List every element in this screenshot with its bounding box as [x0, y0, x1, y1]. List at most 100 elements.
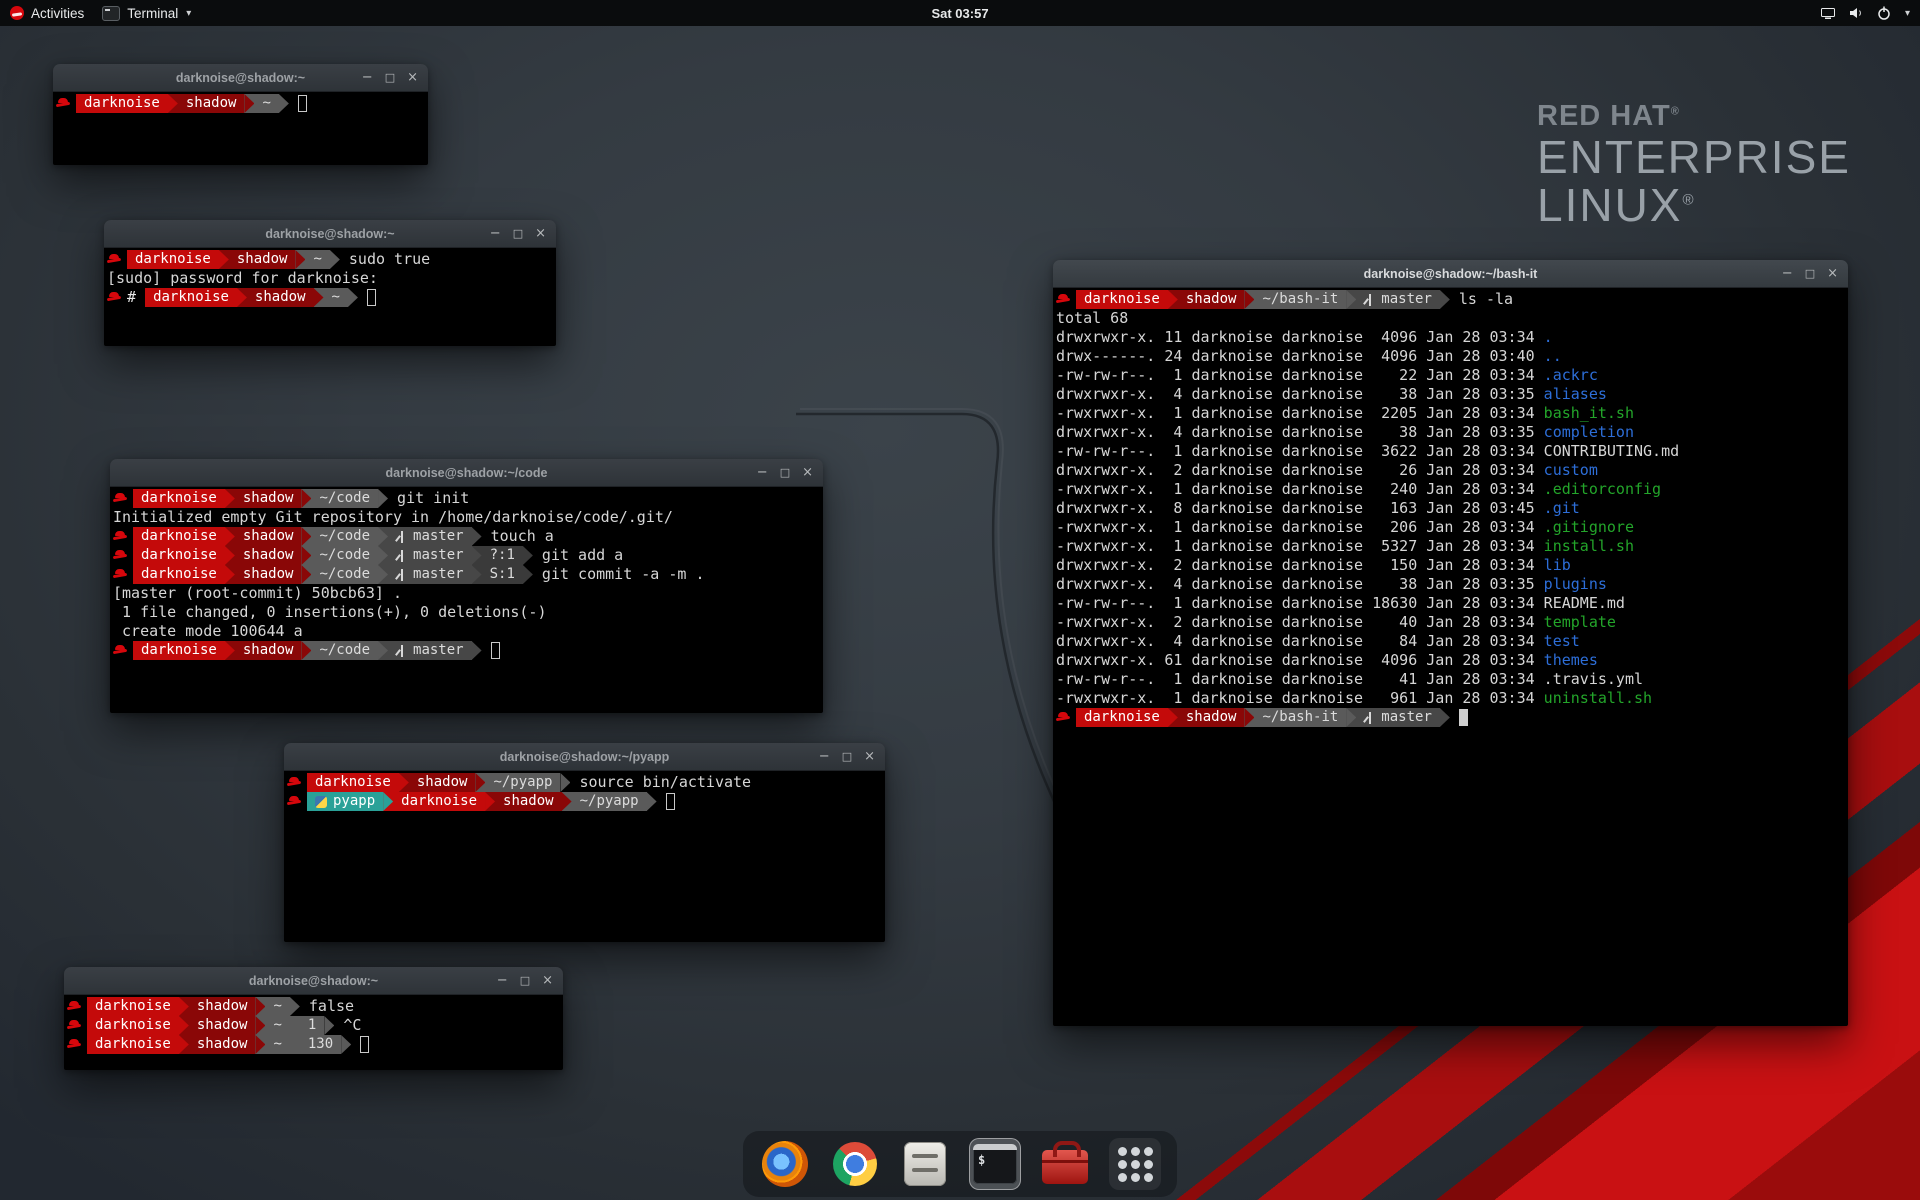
titlebar[interactable]: darknoise@shadow:~ −□× [53, 64, 428, 92]
redhat-prompt-icon [113, 489, 129, 508]
terminal-output-line: Initialized empty Git repository in /hom… [113, 508, 820, 527]
terminal-cursor [298, 95, 307, 112]
powerline-separator [324, 1016, 334, 1035]
prompt-segment-user: darknoise [307, 773, 399, 792]
prompt-segment-git: master [388, 527, 472, 546]
terminal-output-line: 1 file changed, 0 insertions(+), 0 delet… [113, 603, 820, 622]
powerline-separator [301, 641, 311, 660]
terminal-window[interactable]: darknoise@shadow:~/pyapp −□× darknoisesh… [284, 743, 885, 942]
window-title: darknoise@shadow:~/code [386, 466, 548, 480]
terminal-body[interactable]: darknoiseshadow~/pyapp source bin/activa… [284, 771, 885, 942]
terminal-output-line: -rwxrwxr-x. 1 darknoise darknoise 5327 J… [1056, 537, 1845, 556]
firefox-icon [762, 1141, 808, 1187]
terminal-output-line: [sudo] password for darknoise: [107, 269, 553, 288]
terminal-prompt-line: # darknoiseshadow~ [107, 288, 553, 307]
minimize-button[interactable]: − [497, 974, 508, 987]
maximize-button[interactable]: □ [1805, 268, 1815, 279]
terminal-output-line: -rwxrwxr-x. 1 darknoise darknoise 240 Ja… [1056, 480, 1845, 499]
app-menu-terminal[interactable]: Terminal ▾ [102, 0, 191, 26]
dock-item-chrome[interactable] [829, 1138, 881, 1190]
terminal-window[interactable]: darknoise@shadow:~/bash-it −□× darknoise… [1053, 260, 1848, 1026]
titlebar[interactable]: darknoise@shadow:~ −□× [64, 967, 563, 995]
dock-item-firefox[interactable] [759, 1138, 811, 1190]
terminal-output-line: drwxrwxr-x. 4 darknoise darknoise 38 Jan… [1056, 385, 1845, 404]
terminal-window[interactable]: darknoise@shadow:~ −□× darknoiseshadow~ … [64, 967, 563, 1070]
window-controls: − □ × [490, 220, 546, 247]
prompt-segment-user: darknoise [133, 565, 225, 584]
minimize-button[interactable]: − [819, 750, 830, 763]
minimize-button[interactable]: − [1782, 267, 1793, 280]
close-button[interactable]: × [1827, 267, 1838, 280]
terminal-window[interactable]: darknoise@shadow:~ − □ × darknoiseshadow~ … [104, 220, 556, 346]
terminal-body[interactable]: darknoiseshadow~ sudo true[sudo] passwor… [104, 248, 556, 346]
prompt-segment-host: shadow [189, 1016, 256, 1035]
titlebar[interactable]: darknoise@shadow:~/code − □ × [110, 459, 823, 487]
redhat-prompt-icon [1056, 290, 1072, 309]
powerline-separator [290, 1035, 300, 1054]
dock-item-show-applications[interactable] [1109, 1138, 1161, 1190]
dock-item-toolbox[interactable] [1039, 1138, 1091, 1190]
powerline-separator [560, 773, 570, 792]
prompt-segment-host: shadow [235, 641, 302, 660]
terminal-body[interactable]: darknoiseshadow~ falsedarknoiseshadow~1 … [64, 995, 563, 1070]
titlebar[interactable]: darknoise@shadow:~/pyapp −□× [284, 743, 885, 771]
close-button[interactable]: × [535, 227, 546, 240]
close-button[interactable]: × [802, 466, 813, 479]
prompt-segment-path: ~/code [311, 641, 378, 660]
terminal-output-line: -rw-rw-r--. 1 darknoise darknoise 22 Jan… [1056, 366, 1845, 385]
maximize-button[interactable]: □ [842, 751, 852, 762]
powerline-separator [1440, 290, 1450, 309]
system-status-area[interactable]: ▾ [1820, 5, 1910, 21]
prompt-segment-host: shadow [178, 94, 245, 113]
powerline-separator [383, 792, 393, 811]
powerline-separator [225, 489, 235, 508]
power-icon [1876, 5, 1892, 21]
terminal-body[interactable]: darknoiseshadow~ [53, 92, 428, 165]
minimize-button[interactable]: − [490, 227, 501, 240]
powerline-separator [485, 792, 495, 811]
prompt-segment-host: shadow [1178, 708, 1245, 727]
dock [743, 1131, 1177, 1197]
prompt-segment-git: master [1356, 290, 1440, 309]
prompt-segment-user: darknoise [393, 792, 485, 811]
powerline-separator [472, 641, 482, 660]
rhel-watermark: RED HAT® ENTERPRISE LINUX® [1537, 100, 1851, 230]
dock-item-terminal[interactable] [969, 1138, 1021, 1190]
terminal-window[interactable]: darknoise@shadow:~/code − □ × darknoise sha… [110, 459, 823, 713]
prompt-segment-host: shadow [235, 527, 302, 546]
powerline-separator [1346, 708, 1356, 727]
close-button[interactable]: × [864, 750, 875, 763]
maximize-button[interactable]: □ [520, 975, 530, 986]
prompt-segment-path: ~/pyapp [572, 792, 647, 811]
maximize-button[interactable]: □ [385, 72, 395, 83]
terminal-output-line: drwxrwxr-x. 8 darknoise darknoise 163 Ja… [1056, 499, 1845, 518]
command-text: source bin/activate [570, 773, 751, 792]
close-button[interactable]: × [542, 974, 553, 987]
minimize-button[interactable]: − [362, 71, 373, 84]
titlebar[interactable]: darknoise@shadow:~ − □ × [104, 220, 556, 248]
prompt-segment-git: master [1356, 708, 1440, 727]
caret-down-icon: ▾ [1905, 8, 1910, 19]
terminal-output-line: drwxrwxr-x. 4 darknoise darknoise 84 Jan… [1056, 632, 1845, 651]
prompt-segment-gitstatus: S:1 [482, 565, 523, 584]
prompt-segment-user: darknoise [87, 997, 179, 1016]
terminal-output-line: drwxrwxr-x. 4 darknoise darknoise 38 Jan… [1056, 423, 1845, 442]
terminal-body[interactable]: darknoiseshadow~/code git initInitialize… [110, 487, 823, 713]
close-button[interactable]: × [407, 71, 418, 84]
titlebar[interactable]: darknoise@shadow:~/bash-it −□× [1053, 260, 1848, 288]
prompt-segment-user: darknoise [133, 546, 225, 565]
dock-item-files[interactable] [899, 1138, 951, 1190]
terminal-window[interactable]: darknoise@shadow:~ −□× darknoiseshadow~ [53, 64, 428, 165]
terminal-body[interactable]: darknoiseshadow~/bash-itmaster ls -latot… [1053, 288, 1848, 1026]
maximize-button[interactable]: □ [780, 467, 790, 478]
redhat-prompt-icon [67, 1035, 83, 1054]
prompt-segment-user: darknoise [1076, 708, 1168, 727]
activities-button[interactable]: Activities [10, 0, 84, 26]
terminal-prompt-line: darknoiseshadow~/codemaster [113, 641, 820, 660]
minimize-button[interactable]: − [757, 466, 768, 479]
maximize-button[interactable]: □ [513, 228, 523, 239]
window-title: darknoise@shadow:~ [265, 227, 394, 241]
prompt-segment-git: master [388, 641, 472, 660]
clock[interactable]: Sat 03:57 [931, 0, 988, 26]
powerline-separator [378, 527, 388, 546]
